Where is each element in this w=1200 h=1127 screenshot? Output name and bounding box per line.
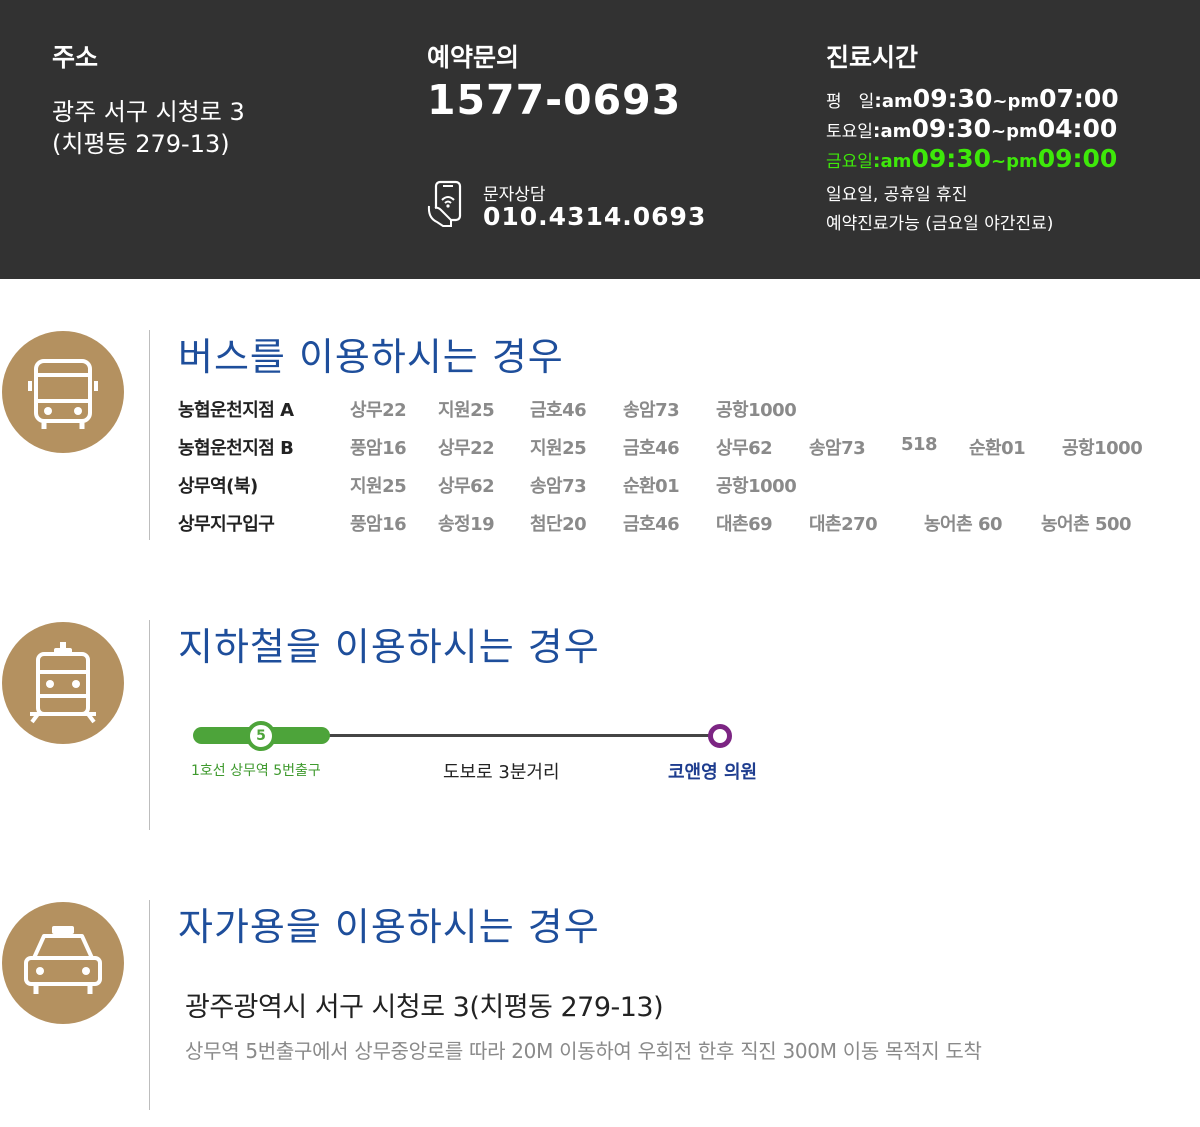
subway-line-number-badge: 5 (246, 721, 276, 751)
bus-route: 지원25 (438, 400, 495, 421)
bus-section-title: 버스를 이용하시는 경우 (178, 335, 564, 379)
bus-route: 금호46 (623, 514, 680, 535)
bus-route: 상무22 (350, 400, 407, 421)
bus-route: 상무62 (438, 476, 495, 497)
hours-pm: pm (1006, 121, 1038, 142)
hours-end: 07:00 (1039, 84, 1119, 113)
hours-colon: : (872, 150, 881, 172)
bus-stop-row: 상무역(북) 지원25 상무62 송암73 순환01 공항1000 (178, 472, 1188, 502)
hours-title: 진료시간 (826, 43, 919, 72)
bus-stop-name: 상무지구입구 (178, 514, 275, 535)
hours-tilde: ~ (992, 91, 1008, 112)
destination-label: 코앤영 의원 (668, 762, 758, 783)
hours-day: 금요일 (826, 152, 873, 172)
bus-stop-row: 농협운천지점 B 풍암16 상무22 지원25 금호46 상무62 송암73 518 순환01 공… (178, 434, 1188, 464)
reservation-note: 예약진료가능 (금요일 야간진료) (826, 214, 1054, 234)
bus-route: 송정19 (438, 514, 495, 535)
hours-pm: pm (1006, 151, 1038, 172)
car-section-title: 자가용을 이용하시는 경우 (178, 905, 600, 949)
address-line-2: (치평동 279-13) (52, 130, 230, 158)
hours-am: am (880, 121, 912, 142)
bus-route: 상무62 (716, 438, 773, 459)
bus-stop-name: 농협운천지점 A (178, 400, 294, 421)
bus-route: 지원25 (350, 476, 407, 497)
bus-route: 대촌69 (716, 514, 773, 535)
car-directions: 상무역 5번출구에서 상무중앙로를 따라 20M 이동하여 우회전 한후 직진 … (185, 1039, 982, 1063)
walk-path-line (320, 734, 720, 737)
hours-colon: : (874, 90, 882, 112)
bus-route: 송암73 (623, 400, 680, 421)
bus-stop-row: 상무지구입구 풍암16 송정19 첨단20 금호46 대촌69 대촌270 농어촌 60 농어촌… (178, 510, 1188, 540)
bus-route: 농어촌 60 (924, 514, 1003, 535)
address-title: 주소 (52, 43, 99, 72)
hours-am: am (880, 151, 912, 172)
hours-am: am (881, 91, 913, 112)
address-line-1: 광주 서구 시청로 3 (52, 98, 245, 126)
hours-tilde: ~ (991, 121, 1007, 142)
hours-row-saturday: 토요일 : am 09:30 ~ pm 04:00 (826, 114, 1117, 143)
hours-row-friday: 금요일 : am 09:30 ~ pm 09:00 (826, 144, 1117, 173)
hours-colon: : (872, 120, 881, 142)
bus-route: 공항1000 (716, 476, 797, 497)
walk-distance-label: 도보로 3분거리 (443, 762, 560, 783)
bus-route: 518 (901, 434, 938, 455)
car-address: 광주광역시 서구 시청로 3(치평동 279-13) (185, 992, 664, 1023)
sms-number[interactable]: 010.4314.0693 (483, 202, 706, 231)
divider-line (149, 900, 150, 1110)
hours-pm: pm (1007, 91, 1040, 112)
bus-route: 순환01 (969, 438, 1026, 459)
subway-exit-label: 1호선 상무역 5번출구 (191, 763, 321, 779)
bus-route: 지원25 (530, 438, 587, 459)
subway-section-title: 지하철을 이용하시는 경우 (178, 625, 600, 669)
bus-route: 첨단20 (530, 514, 587, 535)
reservation-title: 예약문의 (427, 43, 520, 72)
bus-route: 농어촌 500 (1041, 514, 1132, 535)
closed-note: 일요일, 공휴일 휴진 (826, 185, 968, 205)
reservation-phone[interactable]: 1577-0693 (427, 76, 681, 124)
phone-message-icon (427, 180, 469, 228)
bus-route: 금호46 (530, 400, 587, 421)
hours-start: 09:30 (911, 114, 992, 143)
bus-route: 상무22 (438, 438, 495, 459)
bus-stop-row: 농협운천지점 A 상무22 지원25 금호46 송암73 공항1000 (178, 396, 1188, 426)
hours-day: 평 일 (826, 92, 875, 112)
bus-stop-name: 농협운천지점 B (178, 438, 294, 459)
bus-icon (2, 331, 124, 453)
bus-route: 공항1000 (1062, 438, 1143, 459)
divider-line (149, 330, 150, 540)
hours-end: 04:00 (1037, 114, 1118, 143)
bus-stop-name: 상무역(북) (178, 476, 258, 497)
hours-end: 09:00 (1037, 144, 1118, 173)
bus-route: 풍암16 (350, 438, 407, 459)
hours-tilde: ~ (991, 151, 1007, 172)
bus-route: 풍암16 (350, 514, 407, 535)
bus-route: 송암73 (530, 476, 587, 497)
bus-route: 대촌270 (809, 514, 878, 535)
hours-row-weekday: 평 일 : am 09:30 ~ pm 07:00 (826, 84, 1119, 113)
bus-route: 송암73 (809, 438, 866, 459)
contact-header: 주소 광주 서구 시청로 3 (치평동 279-13) 예약문의 1577-06… (0, 0, 1200, 279)
divider-line (149, 620, 150, 830)
hours-start: 09:30 (912, 84, 993, 113)
bus-route: 금호46 (623, 438, 680, 459)
hours-start: 09:30 (911, 144, 992, 173)
taxi-icon (2, 902, 124, 1024)
destination-marker (708, 724, 732, 748)
bus-route: 순환01 (623, 476, 680, 497)
bus-route: 공항1000 (716, 400, 797, 421)
hours-day: 토요일 (826, 122, 873, 142)
subway-icon (2, 622, 124, 744)
